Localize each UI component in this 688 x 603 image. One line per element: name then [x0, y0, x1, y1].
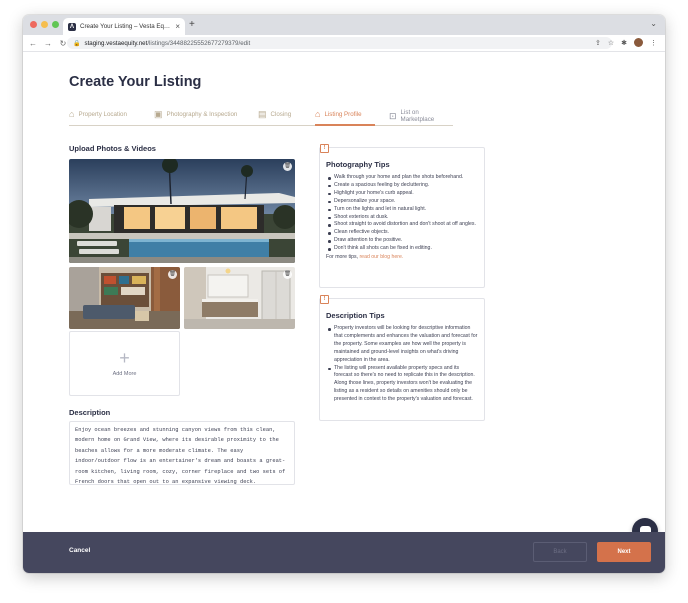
photography-tips-card: ! Photography Tips Walk through your hom… [319, 144, 485, 288]
url-field[interactable]: 🔒 staging.vestaequity.net/listings/34488… [67, 37, 612, 49]
listing-page: Create Your Listing ⌂ Property Location … [23, 52, 665, 573]
photo-bathroom[interactable]: 🗑 [184, 267, 295, 329]
bathroom-photo-image [184, 267, 295, 329]
add-more-photos-button[interactable]: + Add More [69, 331, 180, 396]
next-button[interactable]: Next [597, 542, 651, 562]
back-button[interactable]: Back [533, 542, 587, 562]
photography-tips-title: Photography Tips [326, 160, 390, 169]
image-icon: ▣ [154, 109, 163, 119]
plus-icon: + [119, 347, 130, 368]
delete-photo-icon[interactable]: 🗑 [283, 270, 292, 279]
vesta-favicon-icon: Λ [68, 22, 76, 31]
tip-flag-icon: ! [320, 144, 329, 153]
exterior-photo-image [69, 159, 295, 263]
browser-menu-icon[interactable]: ⋮ [650, 39, 657, 47]
progress-steps: ⌂ Property Location ▣ Photography & Insp… [69, 108, 453, 126]
tab-title: Create Your Listing – Vesta Eq… [80, 23, 171, 30]
step-property-location[interactable]: ⌂ Property Location [69, 109, 127, 119]
photo-exterior[interactable]: 🗑 [69, 159, 295, 263]
new-tab-icon[interactable]: + [189, 19, 195, 30]
upload-section-title: Upload Photos & Videos [69, 144, 156, 153]
step-label: Listing Profile [324, 110, 362, 118]
share-icon[interactable]: ⇪ [595, 39, 601, 47]
step-label: Photography & Inspection [166, 110, 238, 118]
list-item: The listing will present available prope… [326, 365, 478, 405]
page-title: Create Your Listing [69, 74, 202, 90]
document-icon: ▤ [258, 109, 267, 119]
list-item: Don't think all shots can be fixed in ed… [326, 245, 478, 253]
photo-living-room[interactable]: 🗑 [69, 267, 180, 329]
delete-photo-icon[interactable]: 🗑 [168, 270, 177, 279]
footer-bar: Cancel Back Next [23, 532, 665, 573]
back-arrow-icon[interactable]: ← [29, 39, 37, 48]
list-item: Depersonalize your space. [326, 198, 478, 206]
step-label: List on Marketplace [400, 109, 435, 123]
list-item: Shoot exteriors at dusk. [326, 214, 478, 222]
close-tab-icon[interactable]: × [175, 22, 180, 31]
browser-tab-bar: Λ Create Your Listing – Vesta Eq… × + ⌄ [23, 15, 665, 35]
description-tips-list: Property investors will be looking for d… [326, 325, 478, 404]
building-icon: ⌂ [315, 109, 321, 119]
window-controls [30, 21, 59, 28]
minimize-window-button[interactable] [41, 21, 48, 28]
zoom-window-button[interactable] [52, 21, 59, 28]
bookmark-star-icon[interactable]: ☆ [608, 39, 614, 47]
list-item: Draw attention to the positive. [326, 237, 478, 245]
cancel-button[interactable]: Cancel [69, 547, 90, 554]
delete-photo-icon[interactable]: 🗑 [283, 162, 292, 171]
blog-link[interactable]: read our blog here. [359, 254, 403, 260]
house-icon: ⌂ [69, 109, 75, 119]
photography-tips-list: Walk through your home and plan the shot… [326, 174, 478, 253]
tab-search-chevron-icon[interactable]: ⌄ [650, 19, 657, 28]
browser-window: Λ Create Your Listing – Vesta Eq… × + ⌄ … [23, 15, 665, 573]
add-more-label: Add More [112, 370, 137, 377]
tip-flag-icon: ! [320, 295, 329, 304]
active-step-indicator [315, 124, 375, 126]
description-tips-title: Description Tips [326, 311, 385, 320]
lock-icon: 🔒 [73, 40, 81, 47]
tips-footer-text: For more tips, [326, 254, 360, 261]
description-section-title: Description [69, 408, 111, 417]
list-item: Clean reflective objects. [326, 229, 478, 237]
step-label: Closing [270, 110, 292, 118]
browser-toolbar-icons: ⇪ ☆ ✱ ⋮ [595, 38, 657, 47]
description-tips-card: ! Description Tips Property investors wi… [319, 295, 485, 421]
reload-icon[interactable]: ↻ [59, 39, 67, 48]
list-item: Property investors will be looking for d… [326, 325, 478, 365]
list-item: Walk through your home and plan the shot… [326, 174, 478, 182]
step-photography-inspection[interactable]: ▣ Photography & Inspection [154, 109, 237, 119]
close-window-button[interactable] [30, 21, 37, 28]
step-list-on-marketplace[interactable]: ⊡ List on Marketplace [389, 109, 453, 123]
forward-arrow-icon[interactable]: → [44, 39, 52, 48]
url-text: staging.vestaequity.net/listings/3448822… [84, 39, 251, 47]
profile-avatar[interactable] [634, 38, 643, 47]
list-item: Turn on the lights and let in natural li… [326, 206, 478, 214]
photography-tips-footer: For more tips, read our blog here. [326, 253, 478, 261]
step-label: Property Location [78, 110, 127, 118]
living-room-photo-image [69, 267, 180, 329]
description-textarea[interactable]: Enjoy ocean breezes and stunning canyon … [69, 421, 295, 485]
storefront-icon: ⊡ [389, 111, 397, 121]
list-item: Highlight your home's curb appeal. [326, 190, 478, 198]
list-item: Shoot straight to avoid distortion and d… [326, 221, 478, 229]
address-bar-row: ← → ↻ 🔒 staging.vestaequity.net/listings… [23, 35, 665, 52]
extensions-puzzle-icon[interactable]: ✱ [621, 39, 627, 47]
list-item: Create a spacious feeling by declutterin… [326, 182, 478, 190]
browser-tab[interactable]: Λ Create Your Listing – Vesta Eq… × [63, 18, 185, 35]
step-listing-profile[interactable]: ⌂ Listing Profile [315, 109, 362, 119]
step-closing[interactable]: ▤ Closing [258, 109, 291, 119]
